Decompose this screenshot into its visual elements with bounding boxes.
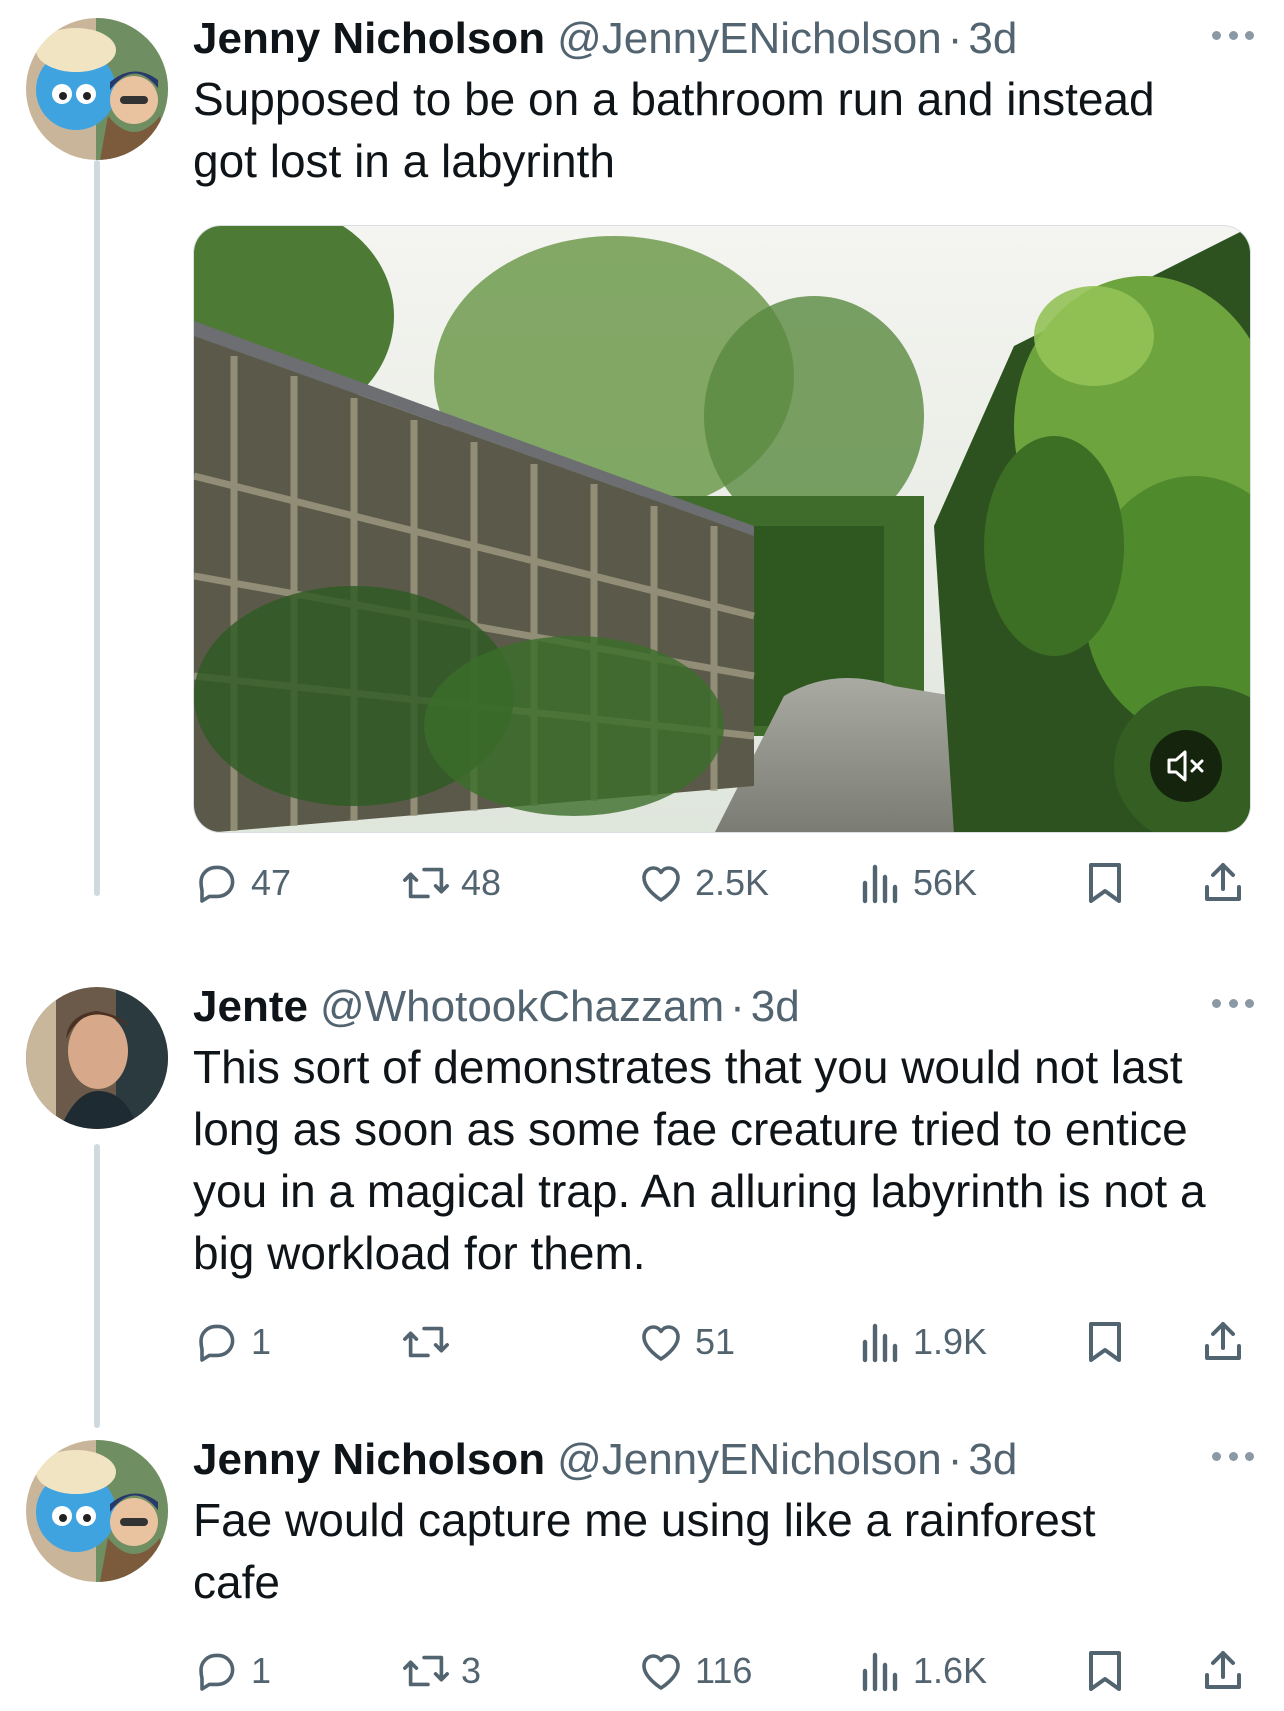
share-icon	[1205, 1322, 1241, 1360]
bookmark-icon	[1089, 863, 1121, 903]
display-name[interactable]: Jente	[193, 980, 308, 1034]
reply-button[interactable]: 1	[193, 1641, 271, 1701]
view-count: 1.9K	[913, 1321, 988, 1362]
tweet-actions: 1 51 1.9K	[193, 1312, 1249, 1372]
tweet-content: Jenny Nicholson @JennyENicholson · 3d Fa…	[193, 1433, 1254, 1613]
timestamp[interactable]: 3d	[751, 980, 800, 1034]
user-handle[interactable]: @JennyENicholson	[557, 1433, 942, 1487]
thread-line	[94, 1144, 100, 1428]
avatar[interactable]	[26, 987, 168, 1129]
share-icon	[1205, 863, 1241, 901]
like-button[interactable]: 2.5K	[637, 853, 769, 913]
like-count: 116	[695, 1650, 753, 1691]
user-handle[interactable]: @WhotookChazzam	[320, 980, 724, 1034]
tweet-header: Jenny Nicholson @JennyENicholson · 3d	[193, 1433, 1254, 1487]
display-name[interactable]: Jenny Nicholson	[193, 12, 545, 66]
like-count: 2.5K	[695, 862, 770, 903]
repost-button[interactable]	[401, 1312, 461, 1372]
like-icon	[642, 866, 680, 902]
views-button[interactable]: 1.9K	[859, 1312, 987, 1372]
share-button[interactable]	[1199, 853, 1247, 913]
avatar[interactable]	[26, 1440, 168, 1582]
bookmark-button[interactable]	[1083, 1312, 1127, 1372]
video-thumbnail	[194, 226, 1250, 832]
more-icon[interactable]	[1212, 20, 1254, 50]
display-name[interactable]: Jenny Nicholson	[193, 1433, 545, 1487]
like-button[interactable]: 51	[637, 1312, 735, 1372]
tweet-text: This sort of demonstrates that you would…	[193, 1041, 1206, 1279]
views-button[interactable]: 1.6K	[859, 1641, 987, 1701]
avatar[interactable]	[26, 18, 168, 160]
share-icon	[1205, 1651, 1241, 1689]
like-count: 51	[695, 1321, 736, 1362]
user-handle[interactable]: @JennyENicholson	[557, 12, 942, 66]
tweet-actions: 1 3 116 1.6K	[193, 1641, 1249, 1701]
repost-count: 3	[461, 1650, 482, 1691]
separator-dot: ·	[947, 1435, 963, 1484]
repost-icon	[403, 867, 449, 899]
separator-dot: ·	[730, 982, 745, 1031]
views-icon	[862, 864, 898, 904]
view-count: 56K	[913, 862, 978, 903]
bookmark-button[interactable]	[1083, 1641, 1127, 1701]
views-icon	[862, 1652, 898, 1692]
reply-count: 1	[251, 1321, 272, 1362]
tweet-text: Supposed to be on a bathroom run and ins…	[193, 73, 1155, 187]
reply-icon	[199, 1324, 235, 1362]
like-icon	[642, 1654, 680, 1690]
reply-count: 47	[251, 862, 292, 903]
tweet-actions: 47 48 2.5K 56K	[193, 853, 1249, 913]
repost-count: 48	[461, 862, 502, 903]
repost-button[interactable]: 48	[401, 853, 501, 913]
tweet-content: Jente @WhotookChazzam · 3d This sort of …	[193, 980, 1254, 1284]
views-button[interactable]: 56K	[859, 853, 977, 913]
more-icon[interactable]	[1212, 1441, 1254, 1471]
share-button[interactable]	[1199, 1312, 1247, 1372]
repost-icon	[403, 1655, 449, 1687]
repost-icon	[403, 1326, 449, 1358]
timestamp[interactable]: 3d	[968, 12, 1017, 66]
tweet-header: Jente @WhotookChazzam · 3d	[193, 980, 1254, 1034]
reply-icon	[199, 865, 235, 903]
view-count: 1.6K	[913, 1650, 988, 1691]
like-icon	[642, 1325, 680, 1361]
bookmark-icon	[1089, 1651, 1121, 1691]
tweet-content: Jenny Nicholson @JennyENicholson · 3d Su…	[193, 12, 1254, 192]
thread-line	[94, 160, 100, 896]
reply-icon	[199, 1653, 235, 1691]
tweet-text: Fae would capture me using like a rainfo…	[193, 1494, 1096, 1608]
reply-count: 1	[251, 1650, 272, 1691]
timestamp[interactable]: 3d	[968, 1433, 1017, 1487]
repost-button[interactable]: 3	[401, 1641, 481, 1701]
share-button[interactable]	[1199, 1641, 1247, 1701]
tweet-header: Jenny Nicholson @JennyENicholson · 3d	[193, 12, 1254, 66]
views-icon	[862, 1323, 898, 1363]
more-icon[interactable]	[1212, 988, 1254, 1018]
reply-button[interactable]: 47	[193, 853, 291, 913]
bookmark-button[interactable]	[1083, 853, 1127, 913]
bookmark-icon	[1089, 1322, 1121, 1362]
separator-dot: ·	[947, 14, 963, 63]
video-player[interactable]	[193, 225, 1251, 833]
speaker-muted-icon[interactable]	[1150, 730, 1222, 802]
like-button[interactable]: 116	[637, 1641, 752, 1701]
reply-button[interactable]: 1	[193, 1312, 271, 1372]
